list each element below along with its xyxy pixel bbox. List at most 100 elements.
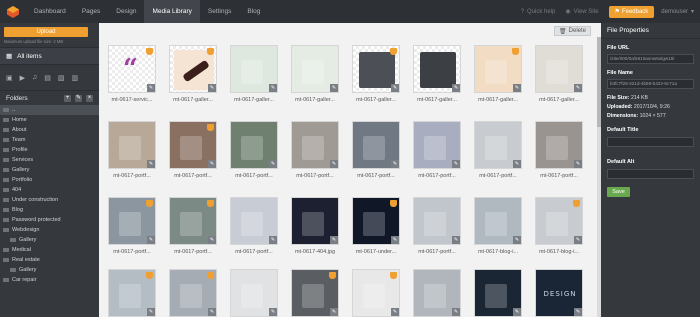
- folder-item[interactable]: Home: [0, 115, 99, 125]
- audio-filter-icon[interactable]: ♫: [32, 74, 37, 81]
- edit-icon[interactable]: ✎: [330, 308, 338, 316]
- default-alt-input[interactable]: [607, 169, 694, 179]
- media-tile[interactable]: ✎: [535, 121, 583, 169]
- media-tile[interactable]: ✎: [474, 45, 522, 93]
- media-tile[interactable]: ✎: [230, 45, 278, 93]
- edit-folder-icon[interactable]: ✎: [75, 94, 82, 102]
- all-items-filter[interactable]: ▦ All items: [0, 48, 99, 65]
- media-tile[interactable]: DESIGN ✎: [535, 269, 583, 317]
- media-tile[interactable]: ✎: [169, 45, 217, 93]
- edit-icon[interactable]: ✎: [208, 84, 216, 92]
- media-tile[interactable]: ✎: [230, 197, 278, 245]
- edit-icon[interactable]: ✎: [330, 84, 338, 92]
- edit-icon[interactable]: ✎: [513, 160, 521, 168]
- folder-item[interactable]: Gallery: [0, 265, 99, 275]
- default-title-input[interactable]: [607, 137, 694, 147]
- media-tile[interactable]: ✎: [230, 269, 278, 317]
- edit-icon[interactable]: ✎: [452, 308, 460, 316]
- edit-icon[interactable]: ✎: [208, 308, 216, 316]
- edit-icon[interactable]: ✎: [269, 308, 277, 316]
- folder-item[interactable]: Password protected: [0, 215, 99, 225]
- media-tile[interactable]: ✎: [352, 197, 400, 245]
- media-tile[interactable]: ✎: [352, 121, 400, 169]
- media-tile[interactable]: ✎: [169, 269, 217, 317]
- edit-icon[interactable]: ✎: [147, 308, 155, 316]
- folder-item[interactable]: Services: [0, 155, 99, 165]
- edit-icon[interactable]: ✎: [391, 160, 399, 168]
- nav-blog[interactable]: Blog: [239, 0, 268, 23]
- nav-design[interactable]: Design: [108, 0, 144, 23]
- edit-icon[interactable]: ✎: [452, 160, 460, 168]
- nav-dashboard[interactable]: Dashboard: [26, 0, 74, 23]
- media-tile[interactable]: ✎: [413, 269, 461, 317]
- edit-icon[interactable]: ✎: [330, 236, 338, 244]
- view-site-link[interactable]: ◉ View Site: [565, 8, 598, 16]
- media-tile[interactable]: ✎: [352, 45, 400, 93]
- pdf-filter-icon[interactable]: ▧: [58, 74, 65, 82]
- edit-icon[interactable]: ✎: [391, 84, 399, 92]
- user-menu[interactable]: demouser ▾: [661, 8, 694, 16]
- media-tile[interactable]: ✎: [291, 197, 339, 245]
- media-tile[interactable]: ✎: [108, 121, 156, 169]
- media-tile[interactable]: ✎: [291, 45, 339, 93]
- brand-logo[interactable]: [0, 0, 26, 23]
- upload-button[interactable]: Upload: [4, 27, 88, 37]
- media-tile[interactable]: ✎: [413, 121, 461, 169]
- edit-icon[interactable]: ✎: [391, 308, 399, 316]
- edit-icon[interactable]: ✎: [574, 160, 582, 168]
- document-filter-icon[interactable]: ▤: [44, 74, 51, 82]
- archive-filter-icon[interactable]: ▥: [72, 74, 79, 82]
- edit-icon[interactable]: ✎: [452, 236, 460, 244]
- folder-item[interactable]: Team: [0, 135, 99, 145]
- nav-pages[interactable]: Pages: [74, 0, 108, 23]
- edit-icon[interactable]: ✎: [574, 236, 582, 244]
- folder-item[interactable]: Gallery: [0, 165, 99, 175]
- edit-icon[interactable]: ✎: [574, 308, 582, 316]
- media-tile[interactable]: ✎: [474, 197, 522, 245]
- media-tile[interactable]: ✎: [413, 197, 461, 245]
- media-tile[interactable]: ✎: [535, 45, 583, 93]
- edit-icon[interactable]: ✎: [513, 308, 521, 316]
- folder-item[interactable]: Medical: [0, 245, 99, 255]
- delete-folder-icon[interactable]: ×: [86, 94, 93, 102]
- media-tile[interactable]: ✎: [108, 197, 156, 245]
- media-tile[interactable]: ✎: [291, 121, 339, 169]
- edit-icon[interactable]: ✎: [513, 236, 521, 244]
- edit-icon[interactable]: ✎: [147, 160, 155, 168]
- feedback-button[interactable]: ⚑ Feedback: [608, 5, 655, 18]
- folder-root[interactable]: ..: [0, 105, 99, 115]
- video-filter-icon[interactable]: ▶: [20, 74, 25, 82]
- edit-icon[interactable]: ✎: [574, 84, 582, 92]
- folder-item[interactable]: 404: [0, 185, 99, 195]
- media-tile[interactable]: “✎: [108, 45, 156, 93]
- folder-item[interactable]: Portfolio: [0, 175, 99, 185]
- edit-icon[interactable]: ✎: [269, 84, 277, 92]
- media-tile[interactable]: ✎: [413, 45, 461, 93]
- save-button[interactable]: Save: [607, 187, 630, 197]
- edit-icon[interactable]: ✎: [452, 84, 460, 92]
- media-tile[interactable]: ✎: [291, 269, 339, 317]
- folder-item[interactable]: Profile: [0, 145, 99, 155]
- nav-media-library[interactable]: Media Library: [144, 0, 200, 23]
- media-tile[interactable]: ✎: [169, 197, 217, 245]
- add-folder-icon[interactable]: +: [64, 94, 71, 102]
- folder-item[interactable]: Real estate: [0, 255, 99, 265]
- folder-item[interactable]: Blog: [0, 205, 99, 215]
- media-tile[interactable]: ✎: [535, 197, 583, 245]
- edit-icon[interactable]: ✎: [269, 160, 277, 168]
- edit-icon[interactable]: ✎: [513, 84, 521, 92]
- folder-item[interactable]: About: [0, 125, 99, 135]
- folder-item[interactable]: Webdesign: [0, 225, 99, 235]
- image-filter-icon[interactable]: ▣: [6, 74, 13, 82]
- media-tile[interactable]: ✎: [474, 269, 522, 317]
- media-tile[interactable]: ✎: [108, 269, 156, 317]
- folder-item[interactable]: Under construction: [0, 195, 99, 205]
- edit-icon[interactable]: ✎: [208, 160, 216, 168]
- folder-item[interactable]: Car repair: [0, 275, 99, 285]
- edit-icon[interactable]: ✎: [147, 236, 155, 244]
- edit-icon[interactable]: ✎: [330, 160, 338, 168]
- media-tile[interactable]: ✎: [169, 121, 217, 169]
- file-url-field[interactable]: /site/000/0a/5610aonw6olgw15l: [607, 54, 694, 64]
- edit-icon[interactable]: ✎: [391, 236, 399, 244]
- media-tile[interactable]: ✎: [474, 121, 522, 169]
